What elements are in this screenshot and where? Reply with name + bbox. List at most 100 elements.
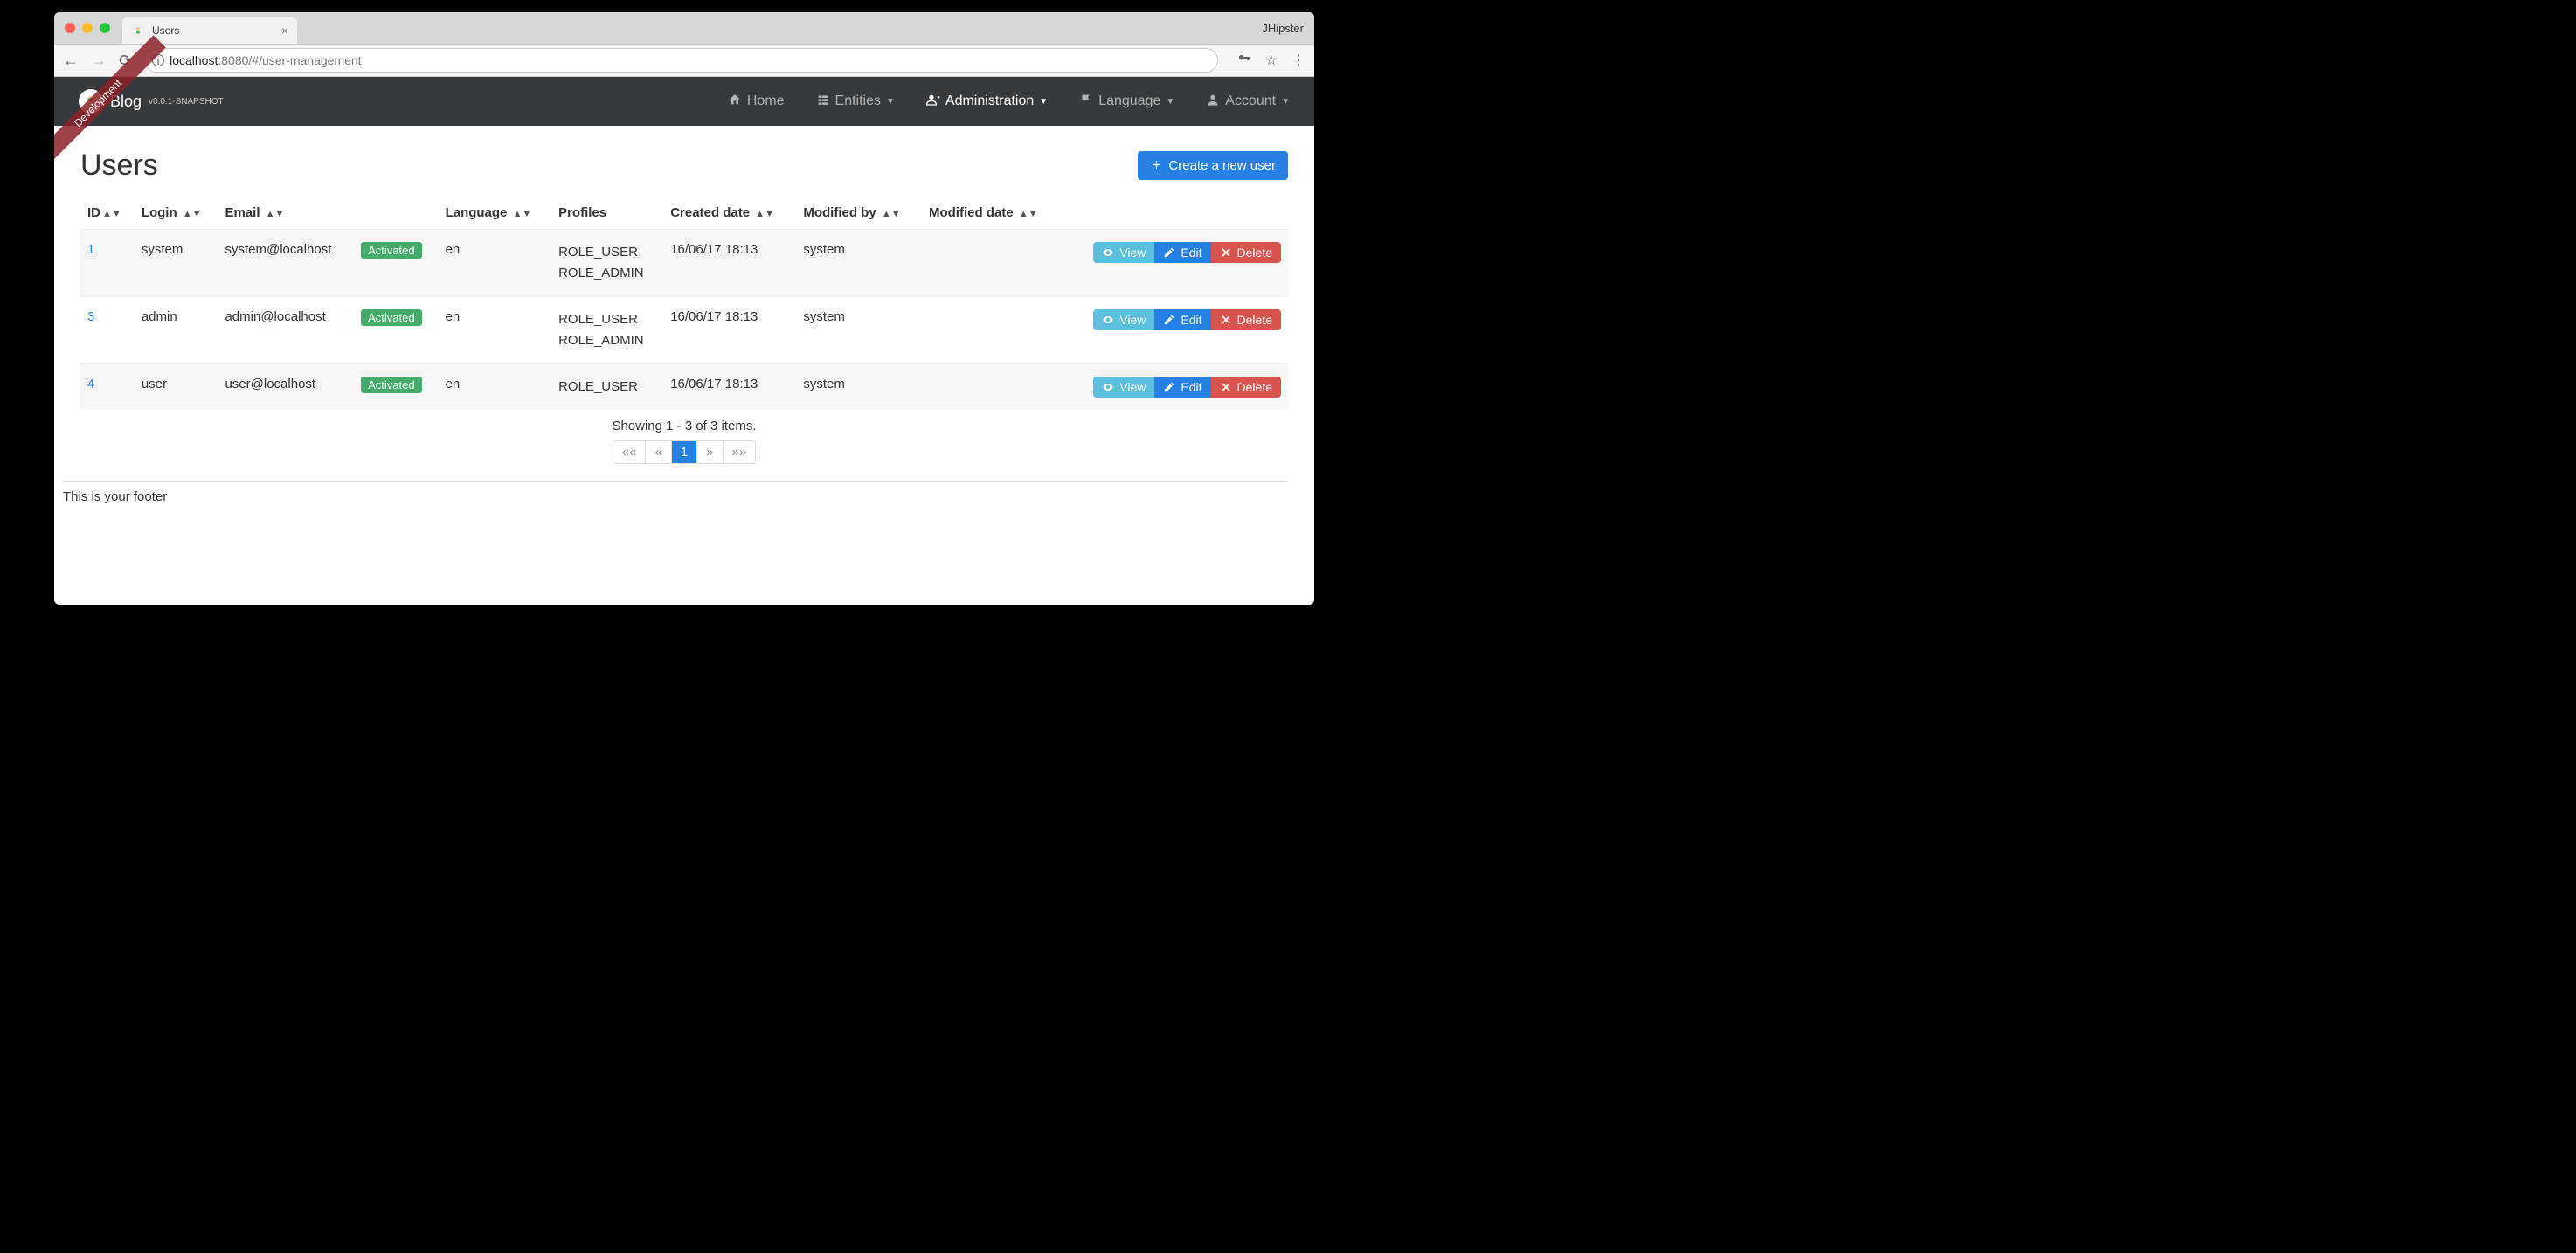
create-user-button[interactable]: Create a new user — [1138, 151, 1288, 180]
browser-menu-icon[interactable]: ⋮ — [1291, 52, 1305, 69]
table-row: 3adminadmin@localhostActivatedenROLE_USE… — [80, 297, 1288, 364]
browser-tab[interactable]: Users × — [122, 17, 297, 44]
x-icon — [1220, 313, 1232, 327]
x-icon — [1220, 380, 1232, 394]
col-modified-date[interactable]: Modified date ▲▼ — [922, 197, 1061, 230]
user-id-link[interactable]: 3 — [87, 309, 94, 324]
window-zoom-icon[interactable] — [100, 23, 110, 33]
sort-icon: ▲▼ — [1019, 209, 1038, 219]
cell-login: admin — [135, 297, 218, 364]
cell-login: system — [135, 230, 218, 297]
x-icon — [1220, 246, 1232, 260]
site-info-icon[interactable]: i — [152, 54, 164, 66]
nav-language-label: Language — [1098, 93, 1160, 109]
window-minimize-icon[interactable] — [82, 23, 93, 33]
col-language[interactable]: Language ▲▼ — [439, 197, 552, 230]
cell-profiles: ROLE_USERROLE_ADMIN — [551, 230, 663, 297]
user-id-link[interactable]: 1 — [87, 242, 94, 257]
user-id-link[interactable]: 4 — [87, 377, 94, 391]
forward-button[interactable]: → — [91, 52, 107, 70]
nav-account[interactable]: Account ▼ — [1206, 93, 1290, 109]
tab-favicon-icon — [131, 24, 145, 38]
col-id[interactable]: ID▲▼ — [80, 197, 135, 230]
cell-created: 16/06/17 18:13 — [663, 230, 796, 297]
delete-button[interactable]: Delete — [1211, 242, 1281, 263]
cell-login: user — [135, 364, 218, 411]
user-icon — [1206, 93, 1220, 109]
cell-created: 16/06/17 18:13 — [663, 297, 796, 364]
cell-language: en — [439, 364, 552, 411]
page-prev[interactable]: « — [646, 441, 671, 463]
window-close-icon[interactable] — [65, 23, 75, 33]
page-title: Users — [80, 149, 158, 183]
edit-button[interactable]: Edit — [1154, 377, 1210, 398]
status-badge[interactable]: Activated — [361, 242, 421, 259]
flag-icon — [1079, 93, 1093, 109]
view-button[interactable]: View — [1093, 377, 1154, 398]
caret-down-icon: ▼ — [886, 97, 895, 107]
view-button[interactable]: View — [1093, 242, 1154, 263]
sort-icon: ▲▼ — [882, 209, 901, 219]
cell-email: system@localhost — [218, 230, 354, 297]
reload-button[interactable]: ⟳ — [119, 52, 132, 70]
delete-button[interactable]: Delete — [1211, 309, 1281, 330]
brand[interactable]: Blog v0.0.1-SNAPSHOT — [79, 89, 224, 114]
caret-down-icon: ▼ — [1166, 97, 1174, 107]
pencil-icon — [1163, 313, 1175, 327]
pagination-summary: Showing 1 - 3 of 3 items. — [80, 419, 1288, 433]
url-host: localhost — [170, 53, 218, 67]
view-button[interactable]: View — [1093, 309, 1154, 330]
edit-button[interactable]: Edit — [1154, 242, 1210, 263]
password-key-icon[interactable] — [1237, 52, 1251, 69]
col-email[interactable]: Email ▲▼ — [218, 197, 354, 230]
tab-title: Users — [152, 24, 179, 37]
page-current[interactable]: 1 — [672, 441, 697, 463]
cell-modified-by: system — [796, 230, 922, 297]
col-created[interactable]: Created date ▲▼ — [663, 197, 796, 230]
back-button[interactable]: ← — [63, 52, 79, 70]
bookmark-star-icon[interactable]: ☆ — [1265, 52, 1278, 69]
sort-icon: ▲▼ — [266, 209, 285, 219]
browser-profile-label: JHipster — [1262, 22, 1304, 35]
table-row: 1systemsystem@localhostActivatedenROLE_U… — [80, 230, 1288, 297]
nav-home-label: Home — [747, 93, 785, 109]
list-icon — [816, 93, 830, 109]
cell-modified-by: system — [796, 364, 922, 411]
address-bar[interactable]: i localhost:8080/#/user-management — [144, 48, 1218, 73]
page-last[interactable]: »» — [724, 441, 756, 463]
nav-home[interactable]: Home — [728, 93, 785, 109]
edit-button[interactable]: Edit — [1154, 309, 1210, 330]
eye-icon — [1102, 313, 1114, 327]
cell-profiles: ROLE_USER — [551, 364, 663, 411]
pencil-icon — [1163, 246, 1175, 260]
status-badge[interactable]: Activated — [361, 309, 421, 326]
user-plus-icon — [926, 93, 940, 109]
cell-profiles: ROLE_USERROLE_ADMIN — [551, 297, 663, 364]
sort-icon: ▲▼ — [513, 209, 532, 219]
delete-button[interactable]: Delete — [1211, 377, 1281, 398]
nav-entities[interactable]: Entities ▼ — [816, 93, 895, 109]
browser-window: Users × JHipster ← → ⟳ i localhost:8080/… — [54, 12, 1314, 605]
url-path: :8080/#/user-management — [218, 53, 361, 67]
sort-icon: ▲▼ — [755, 209, 774, 219]
col-login[interactable]: Login ▲▼ — [135, 197, 218, 230]
browser-toolbar: ← → ⟳ i localhost:8080/#/user-management… — [54, 44, 1314, 77]
cell-modified-by: system — [796, 297, 922, 364]
cell-created: 16/06/17 18:13 — [663, 364, 796, 411]
page-first[interactable]: «« — [613, 441, 647, 463]
status-badge[interactable]: Activated — [361, 377, 421, 393]
brand-logo-icon — [79, 89, 103, 114]
caret-down-icon: ▼ — [1039, 97, 1048, 107]
page-next[interactable]: » — [697, 441, 723, 463]
cell-language: en — [439, 230, 552, 297]
tab-close-icon[interactable]: × — [281, 24, 288, 38]
nav-entities-label: Entities — [835, 93, 881, 109]
footer-text: This is your footer — [63, 489, 1288, 504]
col-modified-by[interactable]: Modified by ▲▼ — [796, 197, 922, 230]
nav-administration[interactable]: Administration ▼ — [926, 93, 1048, 109]
app-navbar: Development Blog v0.0.1-SNAPSHOT Home En… — [54, 77, 1314, 126]
nav-account-label: Account — [1225, 93, 1276, 109]
brand-version: v0.0.1-SNAPSHOT — [149, 97, 224, 107]
nav-language[interactable]: Language ▼ — [1079, 93, 1174, 109]
pencil-icon — [1163, 380, 1175, 394]
